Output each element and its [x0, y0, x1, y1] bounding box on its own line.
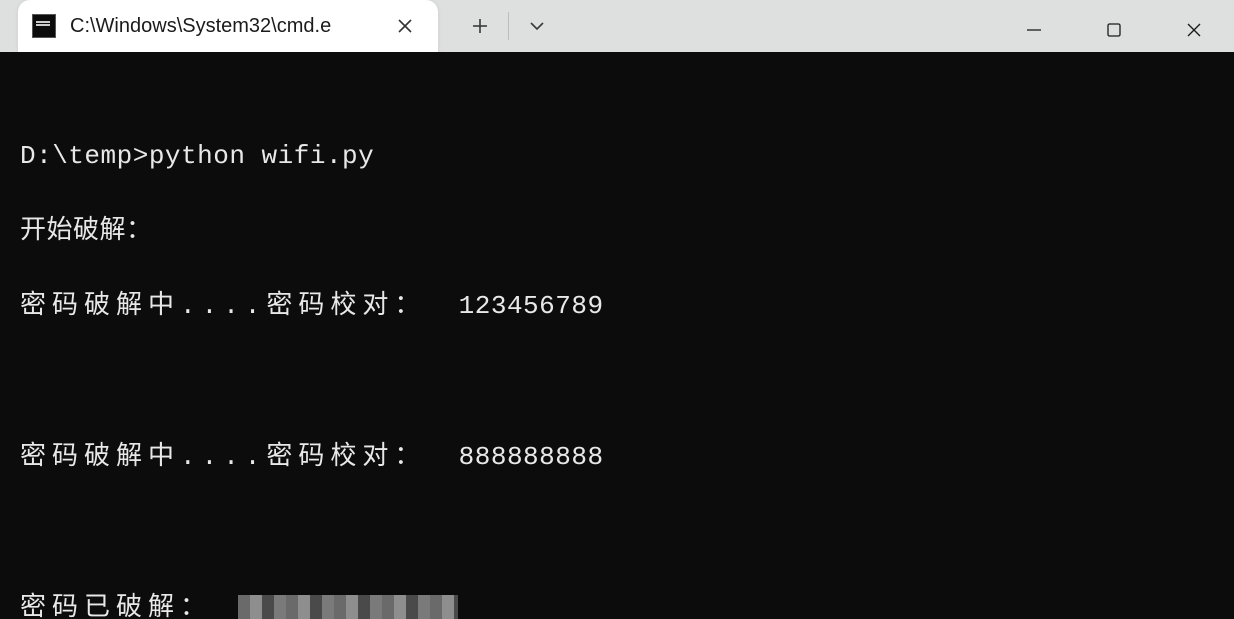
minimize-button[interactable]	[994, 0, 1074, 60]
terminal-line	[20, 515, 1214, 553]
app-window: C:\Windows\System32\cmd.e	[0, 0, 1234, 619]
terminal-line: 密码已破解：	[20, 590, 1214, 619]
terminal-output[interactable]: D:\temp>python wifi.py 开始破解： 密码破解中....密码…	[0, 52, 1234, 619]
close-icon	[397, 18, 413, 34]
tab-active[interactable]: C:\Windows\System32\cmd.e	[18, 0, 438, 52]
output-text: 开始破解：	[20, 216, 153, 246]
window-controls	[994, 0, 1234, 60]
chevron-down-icon	[527, 16, 547, 36]
password-value: 888888888	[459, 442, 604, 472]
prompt: D:\temp>	[20, 141, 149, 171]
terminal-line: 密码破解中....密码校对： 888888888	[20, 439, 1214, 477]
terminal-line: 开始破解：	[20, 213, 1214, 251]
cmd-icon	[32, 14, 56, 38]
password-value: 123456789	[459, 291, 604, 321]
terminal-line: D:\temp>python wifi.py	[20, 138, 1214, 176]
close-icon	[1185, 21, 1203, 39]
tab-close-button[interactable]	[392, 13, 418, 39]
divider	[508, 12, 509, 40]
close-window-button[interactable]	[1154, 0, 1234, 60]
output-text: 密码已破解：	[20, 593, 234, 619]
tab-dropdown-button[interactable]	[515, 4, 559, 48]
output-text: 密码破解中....密码校对：	[20, 291, 426, 321]
terminal-line: 密码破解中....密码校对： 123456789	[20, 288, 1214, 326]
command-text: python wifi.py	[149, 141, 374, 171]
tab-actions	[438, 0, 559, 52]
output-text: 密码破解中....密码校对：	[20, 442, 426, 472]
maximize-icon	[1105, 21, 1123, 39]
censored-block	[238, 595, 458, 619]
plus-icon	[470, 16, 490, 36]
minimize-icon	[1025, 21, 1043, 39]
terminal-line	[20, 364, 1214, 402]
tab-title: C:\Windows\System32\cmd.e	[70, 15, 378, 38]
title-bar[interactable]: C:\Windows\System32\cmd.e	[0, 0, 1234, 52]
maximize-button[interactable]	[1074, 0, 1154, 60]
new-tab-button[interactable]	[458, 4, 502, 48]
